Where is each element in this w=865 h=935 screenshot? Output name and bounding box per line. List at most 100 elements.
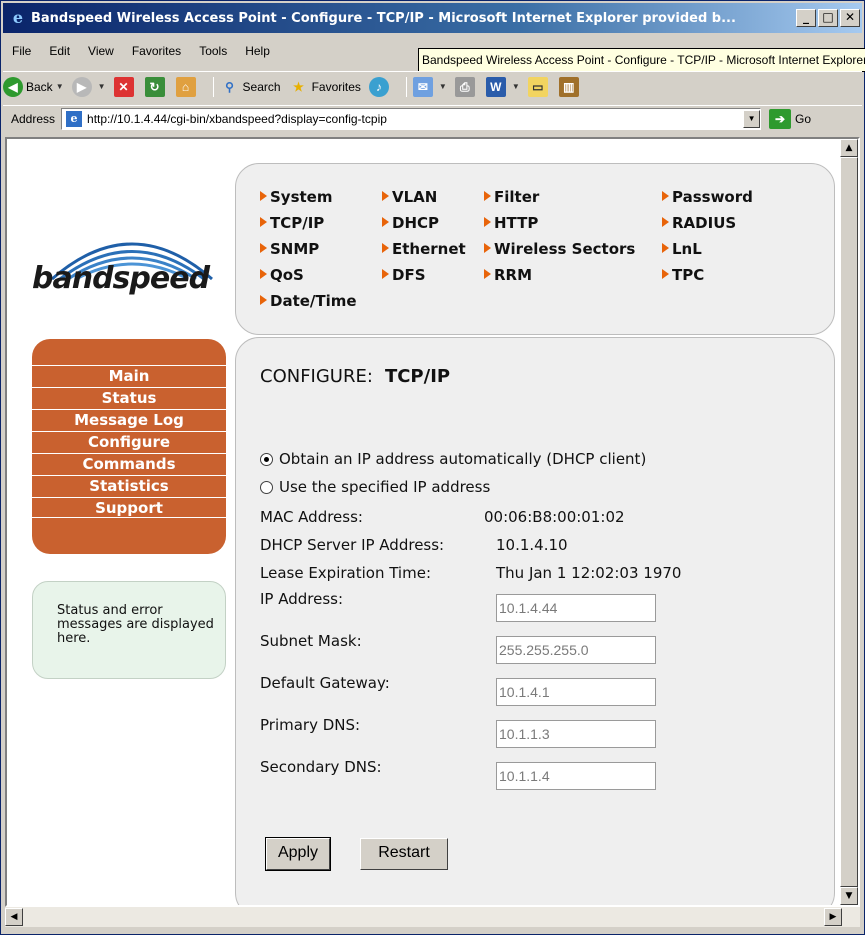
default-gateway-input[interactable]: 10.1.4.1 bbox=[496, 678, 656, 706]
menu-help[interactable]: Help bbox=[236, 44, 279, 58]
go-button[interactable]: ➔ Go bbox=[769, 108, 811, 129]
dhcp-server-label: DHCP Server IP Address: bbox=[260, 536, 445, 554]
chevron-down-icon: ▼ bbox=[97, 82, 106, 91]
side-menu-main[interactable]: Main bbox=[32, 365, 226, 386]
nav-tpc[interactable]: TPC bbox=[662, 266, 704, 284]
menu-file[interactable]: File bbox=[3, 44, 40, 58]
side-menu-status[interactable]: Status bbox=[32, 387, 226, 408]
status-message: Status and error messages are displayed … bbox=[57, 603, 214, 646]
forward-arrow-icon: ▶ bbox=[71, 76, 92, 97]
stop-button[interactable]: ✕ bbox=[113, 76, 137, 97]
apply-button[interactable]: Apply bbox=[265, 837, 331, 871]
nav-rrm[interactable]: RRM bbox=[484, 266, 532, 284]
dhcp-client-option[interactable]: Obtain an IP address automatically (DHCP… bbox=[260, 450, 646, 468]
forward-button[interactable]: ▶ ▼ bbox=[71, 76, 106, 97]
side-menu-message-log[interactable]: Message Log bbox=[32, 409, 226, 430]
word-icon: W bbox=[485, 76, 506, 97]
static-ip-radio[interactable] bbox=[260, 480, 273, 494]
primary-dns-input[interactable]: 10.1.1.3 bbox=[496, 720, 656, 748]
lease-expiration-label: Lease Expiration Time: bbox=[260, 564, 431, 582]
nav-vlan[interactable]: VLAN bbox=[382, 188, 437, 206]
nav-datetime[interactable]: Date/Time bbox=[260, 292, 357, 310]
nav-lnl[interactable]: LnL bbox=[662, 240, 702, 258]
mac-address-label: MAC Address: bbox=[260, 508, 363, 526]
scroll-left-button[interactable]: ◀ bbox=[5, 908, 23, 926]
nav-dhcp[interactable]: DHCP bbox=[382, 214, 439, 232]
scroll-up-button[interactable]: ▲ bbox=[840, 139, 858, 157]
edit-button[interactable]: W ▼ bbox=[485, 76, 520, 97]
side-menu-statistics[interactable]: Statistics bbox=[32, 475, 226, 496]
logo-text: bandspeed bbox=[32, 261, 210, 296]
title-tooltip: Bandspeed Wireless Access Point - Config… bbox=[418, 48, 865, 72]
chevron-down-icon: ▼ bbox=[55, 82, 64, 91]
subnet-mask-label: Subnet Mask: bbox=[260, 632, 362, 650]
address-bar: Address e http://10.1.4.44/cgi-bin/xband… bbox=[3, 105, 862, 131]
nav-qos[interactable]: QoS bbox=[260, 266, 304, 284]
nav-http[interactable]: HTTP bbox=[484, 214, 538, 232]
media-button[interactable]: ♪ bbox=[368, 76, 392, 97]
message-panel: Status and error messages are displayed … bbox=[32, 581, 226, 679]
secondary-dns-input[interactable]: 10.1.1.4 bbox=[496, 762, 656, 790]
scroll-right-button[interactable]: ▶ bbox=[824, 908, 842, 926]
mail-icon: ✉ bbox=[412, 76, 433, 97]
nav-wireless-sectors[interactable]: Wireless Sectors bbox=[484, 240, 635, 258]
internet-explorer-icon: e bbox=[12, 8, 24, 27]
print-button[interactable]: ⎙ bbox=[454, 76, 478, 97]
nav-tcpip[interactable]: TCP/IP bbox=[260, 214, 324, 232]
nav-ethernet[interactable]: Ethernet bbox=[382, 240, 466, 258]
close-button[interactable]: ✕ bbox=[840, 9, 860, 27]
configure-heading: CONFIGURE: bbox=[260, 366, 373, 387]
window-title: Bandspeed Wireless Access Point - Config… bbox=[31, 10, 736, 26]
nav-filter[interactable]: Filter bbox=[484, 188, 539, 206]
ip-address-label: IP Address: bbox=[260, 590, 344, 608]
side-menu: Main Status Message Log Configure Comman… bbox=[32, 339, 226, 554]
menu-favorites[interactable]: Favorites bbox=[123, 44, 190, 58]
go-arrow-icon: ➔ bbox=[769, 108, 792, 129]
home-button[interactable]: ⌂ bbox=[175, 76, 199, 97]
ip-address-input[interactable]: 10.1.4.44 bbox=[496, 594, 656, 622]
page-viewport: bandspeed System VLAN Filter Password TC… bbox=[5, 137, 860, 907]
discuss-button[interactable]: ▭ bbox=[527, 76, 551, 97]
side-menu-commands[interactable]: Commands bbox=[32, 453, 226, 474]
address-input[interactable]: e http://10.1.4.44/cgi-bin/xbandspeed?di… bbox=[61, 107, 762, 130]
nav-radius[interactable]: RADIUS bbox=[662, 214, 736, 232]
address-url[interactable]: http://10.1.4.44/cgi-bin/xbandspeed?disp… bbox=[87, 112, 743, 126]
static-ip-option[interactable]: Use the specified IP address bbox=[260, 478, 490, 496]
search-icon: ⚲ bbox=[225, 79, 234, 94]
nav-password[interactable]: Password bbox=[662, 188, 753, 206]
dhcp-server-value: 10.1.4.10 bbox=[496, 536, 568, 554]
maximize-button[interactable]: □ bbox=[818, 9, 838, 27]
media-icon: ♪ bbox=[368, 76, 389, 97]
minimize-button[interactable]: _ bbox=[796, 9, 816, 27]
nav-snmp[interactable]: SNMP bbox=[260, 240, 319, 258]
mac-address-value: 00:06:B8:00:01:02 bbox=[484, 508, 625, 526]
dhcp-radio[interactable] bbox=[260, 452, 273, 466]
nav-dfs[interactable]: DFS bbox=[382, 266, 426, 284]
menu-edit[interactable]: Edit bbox=[40, 44, 79, 58]
chevron-down-icon: ▼ bbox=[511, 82, 520, 91]
menu-view[interactable]: View bbox=[79, 44, 123, 58]
printer-icon: ⎙ bbox=[454, 76, 475, 97]
browser-window: e Bandspeed Wireless Access Point - Conf… bbox=[0, 0, 865, 935]
mail-button[interactable]: ✉ ▼ bbox=[412, 76, 447, 97]
horizontal-scrollbar[interactable]: ◀ ▶ bbox=[5, 907, 860, 927]
research-button[interactable]: ▥ bbox=[558, 76, 582, 97]
vertical-scrollbar[interactable]: ▲ ▼ bbox=[840, 139, 858, 905]
scroll-thumb[interactable] bbox=[840, 157, 858, 887]
side-menu-configure[interactable]: Configure bbox=[32, 431, 226, 452]
address-dropdown-button[interactable]: ▼ bbox=[743, 109, 761, 128]
menu-bar: File Edit View Favorites Tools Help bbox=[3, 39, 279, 63]
nav-system[interactable]: System bbox=[260, 188, 332, 206]
refresh-button[interactable]: ↻ bbox=[144, 76, 168, 97]
search-button[interactable]: ⚲ Search bbox=[220, 77, 280, 97]
title-bar: e Bandspeed Wireless Access Point - Conf… bbox=[3, 3, 862, 33]
menu-tools[interactable]: Tools bbox=[190, 44, 236, 58]
dhcp-radio-label: Obtain an IP address automatically (DHCP… bbox=[279, 450, 647, 468]
subnet-mask-input[interactable]: 255.255.255.0 bbox=[496, 636, 656, 664]
chevron-down-icon: ▼ bbox=[438, 82, 447, 91]
restart-button[interactable]: Restart bbox=[360, 838, 448, 870]
side-menu-support[interactable]: Support bbox=[32, 497, 226, 518]
scroll-down-button[interactable]: ▼ bbox=[840, 887, 858, 905]
favorites-button[interactable]: ★ Favorites bbox=[289, 77, 361, 97]
back-button[interactable]: ◀ Back ▼ bbox=[3, 76, 64, 97]
